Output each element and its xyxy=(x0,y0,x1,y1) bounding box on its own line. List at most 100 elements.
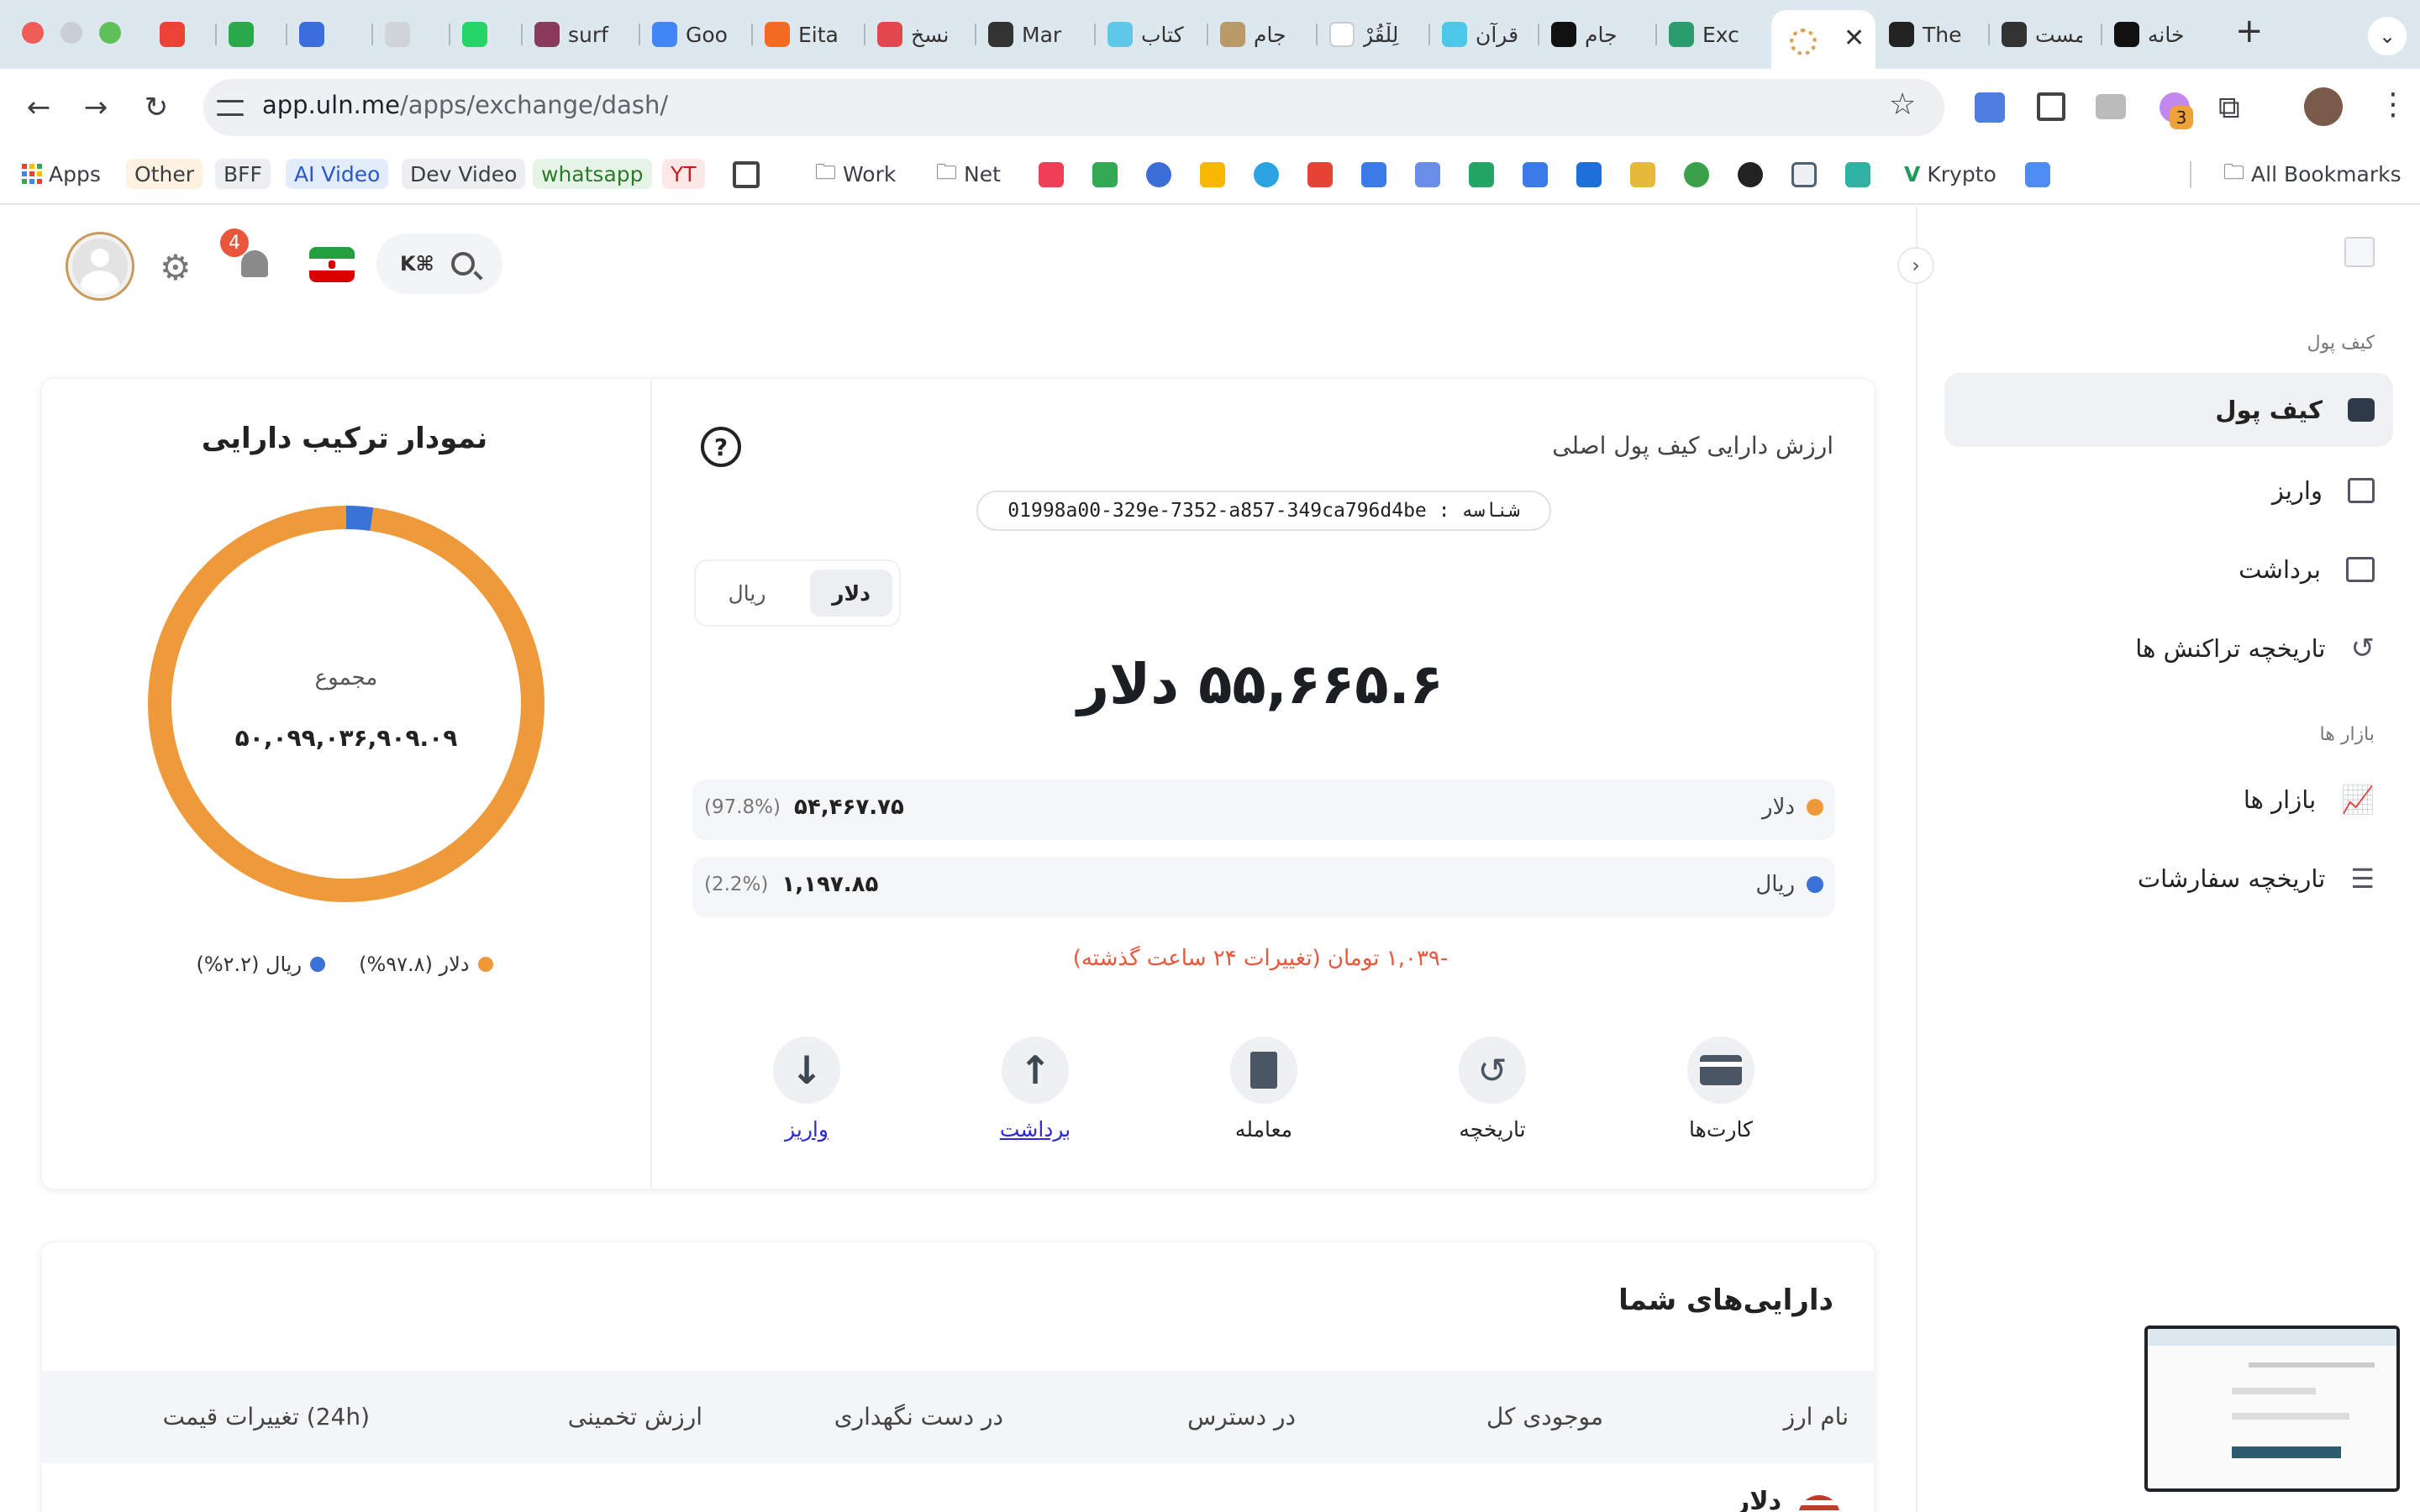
trello-icon[interactable] xyxy=(1576,162,1602,187)
browser-tab[interactable]: خانه xyxy=(2114,15,2195,54)
pocket-icon[interactable] xyxy=(1039,162,1064,187)
currency-option-rial[interactable]: ریال xyxy=(706,570,788,617)
back-button[interactable]: ← xyxy=(18,87,59,128)
browser-tab[interactable]: کتاب xyxy=(1107,15,1188,54)
bookmark-arc-icon[interactable] xyxy=(2025,162,2050,187)
bookmark-teal-icon[interactable] xyxy=(1845,162,1870,187)
browser-tab[interactable]: لِلْقُرْ xyxy=(1329,15,1410,54)
language-flag-iran[interactable] xyxy=(309,247,355,282)
telegram-icon[interactable] xyxy=(1254,162,1279,187)
krypto-icon: V xyxy=(1904,161,1921,186)
url-text[interactable]: app.uln.me/apps/exchange/dash/ xyxy=(262,91,668,119)
sidebar-item-order-history[interactable]: ☰ تاریخچه سفارشات xyxy=(2138,842,2375,916)
translate-icon[interactable] xyxy=(1975,92,2005,123)
wallet-title: ارزش دارایی کیف پول اصلی xyxy=(1552,432,1833,459)
browser-tab[interactable]: جام xyxy=(1220,15,1301,54)
sidebar-item-deposit[interactable]: واریز xyxy=(2272,454,2375,528)
browser-tab[interactable] xyxy=(385,15,410,54)
active-tab[interactable]: ✕ xyxy=(1771,10,1876,69)
tab-separator xyxy=(864,24,865,45)
browser-tab[interactable] xyxy=(229,15,254,54)
browser-tab[interactable] xyxy=(160,15,185,54)
maximize-window-button[interactable] xyxy=(99,22,121,44)
browser-tab[interactable]: surf xyxy=(534,15,615,54)
tab-search-button[interactable]: ⌄ xyxy=(2368,17,2407,55)
cards-action[interactable]: کارت‌ها xyxy=(1662,1037,1780,1142)
deposit-action[interactable]: ↓ واریز xyxy=(748,1037,865,1142)
bookmark-star-icon[interactable]: ☆ xyxy=(1889,87,1916,122)
bookmark-dev-video[interactable]: Dev Video xyxy=(402,159,526,189)
browser-tab[interactable]: The xyxy=(1889,15,1970,54)
browser-tab[interactable]: Eita xyxy=(765,15,845,54)
sidebar-item-wallet[interactable]: کیف پول xyxy=(2215,373,2375,447)
sidebar-item-withdraw[interactable]: برداشت xyxy=(2238,533,2375,606)
chart-line-icon: 📈 xyxy=(2341,784,2375,816)
sidebar-collapse-button[interactable]: › xyxy=(1897,247,1934,284)
browser-tab[interactable]: مست xyxy=(2002,15,2082,54)
sidebar-item-markets[interactable]: 📈 بازار ها xyxy=(2244,763,2375,837)
wallet-icon xyxy=(2348,398,2375,422)
hbr-icon xyxy=(1889,22,1914,47)
browser-tab[interactable]: Mar xyxy=(988,15,1069,54)
browser-tab[interactable]: Goo xyxy=(652,15,733,54)
bookmark-yt[interactable]: YT xyxy=(662,159,705,189)
translate-bookmark-icon[interactable] xyxy=(1415,162,1440,187)
menu-icon[interactable]: ⋮ xyxy=(2378,87,2408,122)
bookmark-whatsapp[interactable]: whatsapp xyxy=(533,159,652,189)
browser-tab[interactable] xyxy=(299,15,324,54)
legend-item-rial: ریال (۲.۲%) xyxy=(196,953,326,976)
bookmark-work[interactable]: 🗀 Work xyxy=(807,159,904,189)
tab-title: جام xyxy=(1254,22,1286,47)
bookmark-yellow-icon[interactable] xyxy=(1630,162,1655,187)
bookmark-krypto[interactable]: V Krypto xyxy=(1896,159,2005,189)
withdraw-action[interactable]: ↑ برداشت xyxy=(976,1037,1094,1142)
tab-separator xyxy=(371,24,373,45)
history-action[interactable]: ↺ تاریخچه xyxy=(1434,1037,1551,1142)
puzzle-icon[interactable]: ⧉ xyxy=(2218,91,2240,126)
trade-action[interactable]: معامله xyxy=(1205,1037,1323,1142)
bookmark-bff[interactable]: BFF xyxy=(215,159,271,189)
browser-tab[interactable]: قرآن xyxy=(1442,15,1523,54)
profile-avatar[interactable] xyxy=(2304,87,2343,126)
site-info-icon[interactable] xyxy=(217,94,244,121)
browser-tab[interactable]: Exc xyxy=(1669,15,1749,54)
forward-button[interactable]: → xyxy=(76,87,116,128)
bookmark-ai-video[interactable]: AI Video xyxy=(286,159,389,189)
mail-outline-icon[interactable] xyxy=(1791,162,1817,187)
drive-icon[interactable] xyxy=(1092,162,1118,187)
user-avatar[interactable] xyxy=(66,232,134,301)
reload-button[interactable]: ↻ xyxy=(136,87,176,128)
minimize-window-button[interactable] xyxy=(60,22,82,44)
docs-icon[interactable] xyxy=(1523,162,1548,187)
browser-tab[interactable] xyxy=(462,15,487,54)
column-currency-name: نام ارز xyxy=(1783,1403,1849,1431)
camera-icon[interactable] xyxy=(2096,94,2126,119)
browser-tab[interactable]: نسخ xyxy=(877,15,958,54)
gmail-bookmark-icon[interactable] xyxy=(1307,162,1333,187)
close-tab-icon[interactable]: ✕ xyxy=(1844,24,1865,53)
bookmark-green-icon[interactable] xyxy=(1684,162,1709,187)
search-button[interactable]: K⌘ xyxy=(376,234,502,294)
contacts-icon[interactable] xyxy=(1146,162,1171,187)
screen-preview-thumbnail[interactable] xyxy=(2144,1326,2400,1492)
help-icon[interactable]: ? xyxy=(701,427,741,467)
bookmark-dark-icon[interactable] xyxy=(1738,162,1763,187)
keep-icon[interactable] xyxy=(1200,162,1225,187)
close-window-button[interactable] xyxy=(22,22,44,44)
sheets-icon[interactable] xyxy=(1469,162,1494,187)
currency-option-dollar[interactable]: دلار xyxy=(810,570,892,617)
qr-code-icon[interactable] xyxy=(2037,92,2065,121)
bookmark-apps[interactable]: Apps xyxy=(13,159,109,189)
bookmark-net[interactable]: 🗀 Net xyxy=(928,159,1009,189)
tab-separator xyxy=(286,24,287,45)
grid-icon[interactable] xyxy=(733,161,760,188)
apps-grid-icon xyxy=(22,164,42,184)
sidebar-item-transaction-history[interactable]: ↺ تاریخچه تراکنش ها xyxy=(2135,612,2375,685)
new-tab-button[interactable]: + xyxy=(2235,12,2264,50)
bookmark-other[interactable]: Other xyxy=(126,159,203,189)
settings-gear-icon[interactable]: ⚙ xyxy=(160,247,192,288)
x-icon xyxy=(1551,22,1576,47)
bookmark-all[interactable]: 🗀 All Bookmarks xyxy=(2215,159,2410,189)
calendar-icon[interactable] xyxy=(1361,162,1386,187)
browser-tab[interactable]: جام xyxy=(1551,15,1632,54)
